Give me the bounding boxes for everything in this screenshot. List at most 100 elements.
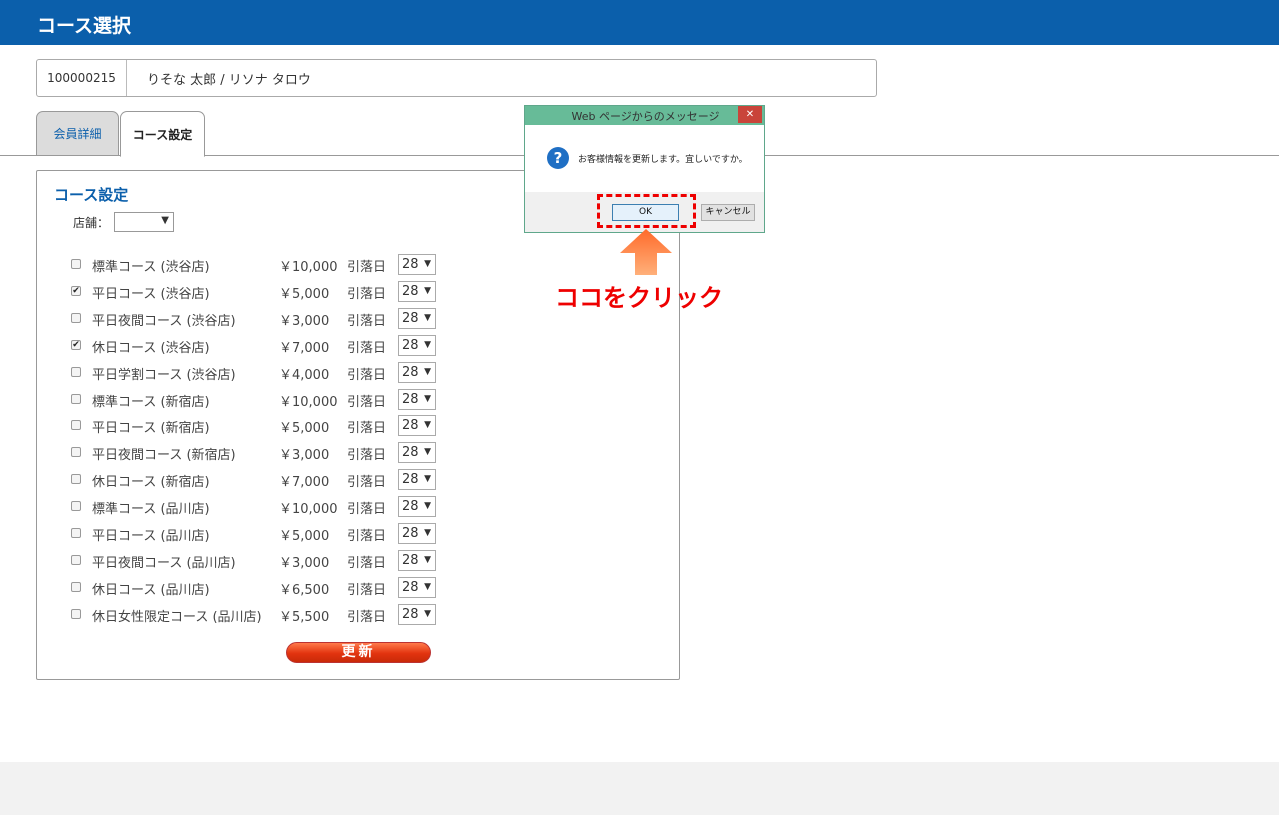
debit-day-select[interactable]: 28 ▼ <box>398 280 436 302</box>
debit-day-value: 28 <box>402 552 419 568</box>
course-name: 平日コース (品川店) <box>92 529 210 544</box>
chevron-down-icon: ▼ <box>424 501 431 512</box>
chevron-down-icon: ▼ <box>424 474 431 485</box>
course-name: 標準コース (渋谷店) <box>92 260 210 275</box>
chevron-down-icon: ▼ <box>161 215 169 226</box>
cancel-button[interactable]: キャンセル <box>701 204 755 221</box>
course-checkbox[interactable] <box>71 312 81 323</box>
debit-day-label: 引落日 <box>347 529 387 544</box>
member-name: りそな 太郎 / リソナ タロウ <box>147 72 311 88</box>
chevron-down-icon: ▼ <box>424 393 431 404</box>
course-price: ￥10,000 <box>279 502 338 518</box>
course-price: ￥5,000 <box>279 286 330 302</box>
debit-day-select[interactable]: 28 ▼ <box>398 549 436 571</box>
course-name: 標準コース (品川店) <box>92 502 210 518</box>
course-row: 平日コース (品川店) ￥5,000 引落日 28 ▼ <box>71 523 631 544</box>
course-name: 平日学割コース (渋谷店) <box>92 367 236 383</box>
debit-day-value: 28 <box>402 364 419 380</box>
debit-day-value: 28 <box>402 283 419 299</box>
chevron-down-icon: ▼ <box>424 447 431 458</box>
course-price: ￥5,000 <box>279 529 330 544</box>
course-name: 平日コース (渋谷店) <box>92 286 210 302</box>
debit-day-label: 引落日 <box>347 367 387 383</box>
store-select[interactable]: ▼ <box>114 212 174 232</box>
chevron-down-icon: ▼ <box>424 608 431 619</box>
debit-day-label: 引落日 <box>347 609 387 625</box>
debit-day-select[interactable]: 28 ▼ <box>398 576 436 598</box>
debit-day-select[interactable]: 28 ▼ <box>398 415 436 437</box>
course-price: ￥3,000 <box>279 555 330 571</box>
debit-day-select[interactable]: 28 ▼ <box>398 307 436 329</box>
tab-course-settings[interactable]: コース設定 <box>120 111 205 157</box>
tab-member-detail[interactable]: 会員詳細 <box>36 111 119 156</box>
debit-day-value: 28 <box>402 472 419 488</box>
course-name: 標準コース (新宿店) <box>92 394 210 410</box>
store-label: 店舗： <box>73 216 110 230</box>
course-row: 平日夜間コース (渋谷店) ￥3,000 引落日 28 ▼ <box>71 307 631 329</box>
course-name: 休日コース (渋谷店) <box>92 340 210 356</box>
course-price: ￥10,000 <box>279 260 338 275</box>
course-checkbox[interactable] <box>71 366 81 377</box>
course-checkbox[interactable] <box>71 393 81 404</box>
course-checkbox[interactable]: ✔ <box>71 285 81 296</box>
debit-day-select[interactable]: 28 ▼ <box>398 254 436 275</box>
debit-day-select[interactable]: 28 ▼ <box>398 469 436 491</box>
debit-day-label: 引落日 <box>347 448 387 464</box>
member-id: 100000215 <box>37 60 127 96</box>
close-icon[interactable]: ✕ <box>738 106 762 123</box>
course-row: 平日学割コース (渋谷店) ￥4,000 引落日 28 ▼ <box>71 361 631 383</box>
course-price: ￥10,000 <box>279 394 338 410</box>
course-price: ￥7,000 <box>279 340 330 356</box>
page-footer <box>0 762 1279 815</box>
course-row: 平日夜間コース (品川店) ￥3,000 引落日 28 ▼ <box>71 549 631 571</box>
chevron-down-icon: ▼ <box>424 259 431 269</box>
course-name: 平日夜間コース (品川店) <box>92 555 236 571</box>
debit-day-value: 28 <box>402 526 419 541</box>
course-name: 平日コース (新宿店) <box>92 421 210 437</box>
page-title: コース選択 <box>37 15 132 37</box>
debit-day-select[interactable]: 28 ▼ <box>398 388 436 410</box>
chevron-down-icon: ▼ <box>424 581 431 592</box>
debit-day-select[interactable]: 28 ▼ <box>398 496 436 518</box>
debit-day-value: 28 <box>402 606 419 622</box>
debit-day-value: 28 <box>402 579 419 595</box>
debit-day-value: 28 <box>402 445 419 461</box>
debit-day-label: 引落日 <box>347 582 387 598</box>
course-checkbox[interactable]: ✔ <box>71 339 81 350</box>
course-checkbox[interactable] <box>71 554 81 565</box>
debit-day-label: 引落日 <box>347 475 387 491</box>
chevron-down-icon: ▼ <box>424 312 431 323</box>
debit-day-select[interactable]: 28 ▼ <box>398 361 436 383</box>
dialog-message: お客様情報を更新します。宜しいですか。 <box>578 155 748 165</box>
course-name: 平日夜間コース (渋谷店) <box>92 313 236 329</box>
debit-day-value: 28 <box>402 337 419 353</box>
course-row: ✔ 平日コース (渋谷店) ￥5,000 引落日 28 ▼ <box>71 280 631 302</box>
course-row: 標準コース (品川店) ￥10,000 引落日 28 ▼ <box>71 496 631 518</box>
debit-day-label: 引落日 <box>347 394 387 410</box>
course-checkbox[interactable] <box>71 528 81 538</box>
debit-day-select[interactable]: 28 ▼ <box>398 523 436 544</box>
debit-day-label: 引落日 <box>347 421 387 437</box>
question-icon: ? <box>547 147 569 169</box>
debit-day-label: 引落日 <box>347 313 387 329</box>
update-button[interactable]: 更新 <box>286 642 431 663</box>
debit-day-select[interactable]: 28 ▼ <box>398 603 436 625</box>
app-header: コース選択 <box>0 0 1279 45</box>
course-checkbox[interactable] <box>71 501 81 512</box>
course-checkbox[interactable] <box>71 447 81 458</box>
debit-day-select[interactable]: 28 ▼ <box>398 442 436 464</box>
debit-day-label: 引落日 <box>347 286 387 302</box>
course-checkbox[interactable] <box>71 259 81 269</box>
chevron-down-icon: ▼ <box>424 528 431 538</box>
course-row: ✔ 休日コース (渋谷店) ￥7,000 引落日 28 ▼ <box>71 334 631 356</box>
course-checkbox[interactable] <box>71 420 81 431</box>
course-price: ￥5,000 <box>279 421 330 437</box>
course-row: 平日夜間コース (新宿店) ￥3,000 引落日 28 ▼ <box>71 442 631 464</box>
course-row: 標準コース (新宿店) ￥10,000 引落日 28 ▼ <box>71 388 631 410</box>
dialog-title: Web ページからのメッセージ <box>571 110 720 123</box>
course-checkbox[interactable] <box>71 608 81 619</box>
course-checkbox[interactable] <box>71 474 81 485</box>
debit-day-value: 28 <box>402 257 419 272</box>
course-checkbox[interactable] <box>71 581 81 592</box>
debit-day-select[interactable]: 28 ▼ <box>398 334 436 356</box>
